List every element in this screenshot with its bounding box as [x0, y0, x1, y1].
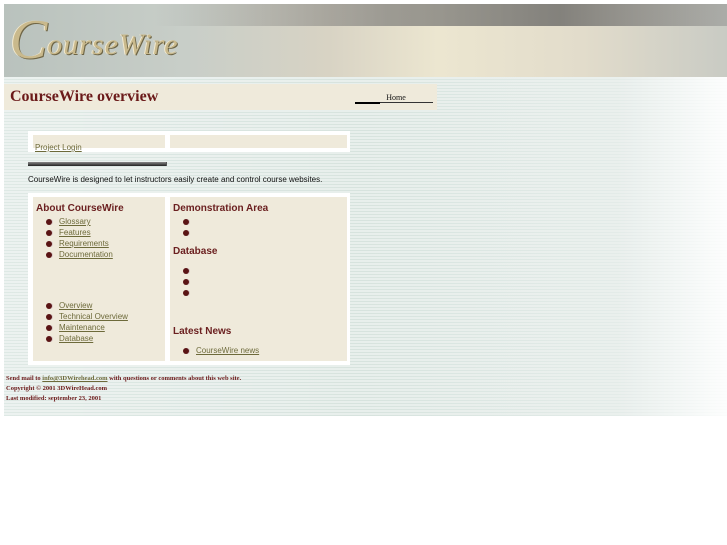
project-login-link[interactable]: Project Login	[35, 143, 82, 152]
list-item: Technical Overview	[46, 311, 162, 322]
coursewire-news-link[interactable]: CourseWire news	[196, 346, 259, 355]
list-item: Maintenance	[46, 322, 162, 333]
list-item: Overview	[46, 300, 162, 311]
news-heading: Latest News	[173, 326, 232, 337]
list-item: Requirements	[46, 238, 162, 249]
bullet-icon	[46, 251, 52, 258]
home-link[interactable]: Home	[355, 93, 433, 104]
bullet-icon	[183, 347, 189, 354]
bullet-icon	[183, 267, 189, 274]
about-heading: About CourseWire	[36, 203, 124, 214]
list-item	[183, 265, 344, 276]
features-link[interactable]: Features	[59, 228, 91, 237]
maintenance-link[interactable]: Maintenance	[59, 323, 105, 332]
bullet-icon	[46, 240, 52, 247]
footer-copyright: Copyright © 2001 3DWireHead.com	[6, 385, 108, 392]
bullet-icon	[183, 278, 189, 285]
demo-list	[173, 216, 344, 238]
requirements-link[interactable]: Requirements	[59, 239, 109, 248]
about-links-a: Glossary Features Requirements Documenta…	[36, 216, 162, 260]
list-item	[183, 227, 344, 238]
bullet-icon	[46, 335, 52, 342]
login-cell: Project Login	[33, 135, 165, 152]
bullet-icon	[46, 313, 52, 320]
bullet-icon	[183, 289, 189, 296]
glossary-link[interactable]: Glossary	[59, 217, 91, 226]
bullet-icon	[46, 324, 52, 331]
right-panel: Demonstration Area Database Latest News …	[170, 197, 347, 361]
list-item: Documentation	[46, 249, 162, 260]
empty-cell	[170, 135, 347, 148]
mail-suffix: with questions or comments about this we…	[109, 375, 242, 382]
coursewire-logo: CourseWire	[10, 9, 179, 71]
about-panel: About CourseWire Glossary Features Requi…	[33, 197, 165, 361]
list-item	[183, 287, 344, 298]
bullet-icon	[183, 218, 189, 225]
banner: CourseWire	[4, 4, 727, 77]
about-links-b: Overview Technical Overview Maintenance …	[36, 300, 162, 344]
list-item: Features	[46, 227, 162, 238]
intro-text: CourseWire is designed to let instructor…	[28, 175, 323, 184]
bullet-icon	[46, 218, 52, 225]
list-item	[183, 216, 344, 227]
database-link[interactable]: Database	[59, 334, 93, 343]
page-title: CourseWire overview	[10, 88, 159, 105]
list-item: CourseWire news	[183, 345, 344, 356]
bullet-icon	[46, 302, 52, 309]
email-link[interactable]: info@3DWirehead.com	[42, 375, 107, 382]
divider-bar	[28, 162, 167, 166]
title-bar: CourseWire overview Home	[4, 84, 437, 110]
database-list	[173, 265, 344, 298]
database-heading: Database	[173, 246, 218, 257]
footer-mail: Send mail to info@3DWirehead.com with qu…	[6, 375, 241, 382]
main-frame: About CourseWire Glossary Features Requi…	[28, 193, 350, 365]
mail-prefix: Send mail to	[6, 375, 41, 382]
documentation-link[interactable]: Documentation	[59, 250, 113, 259]
technical-overview-link[interactable]: Technical Overview	[59, 312, 128, 321]
list-item	[183, 276, 344, 287]
bullet-icon	[46, 229, 52, 236]
bullet-icon	[183, 229, 189, 236]
list-item: Glossary	[46, 216, 162, 227]
news-list: CourseWire news	[173, 345, 344, 356]
demo-heading: Demonstration Area	[173, 203, 269, 214]
overview-link[interactable]: Overview	[59, 301, 92, 310]
list-item: Database	[46, 333, 162, 344]
footer-modified: Last modified: september 23, 2001	[6, 395, 102, 402]
login-frame: Project Login	[28, 131, 350, 152]
